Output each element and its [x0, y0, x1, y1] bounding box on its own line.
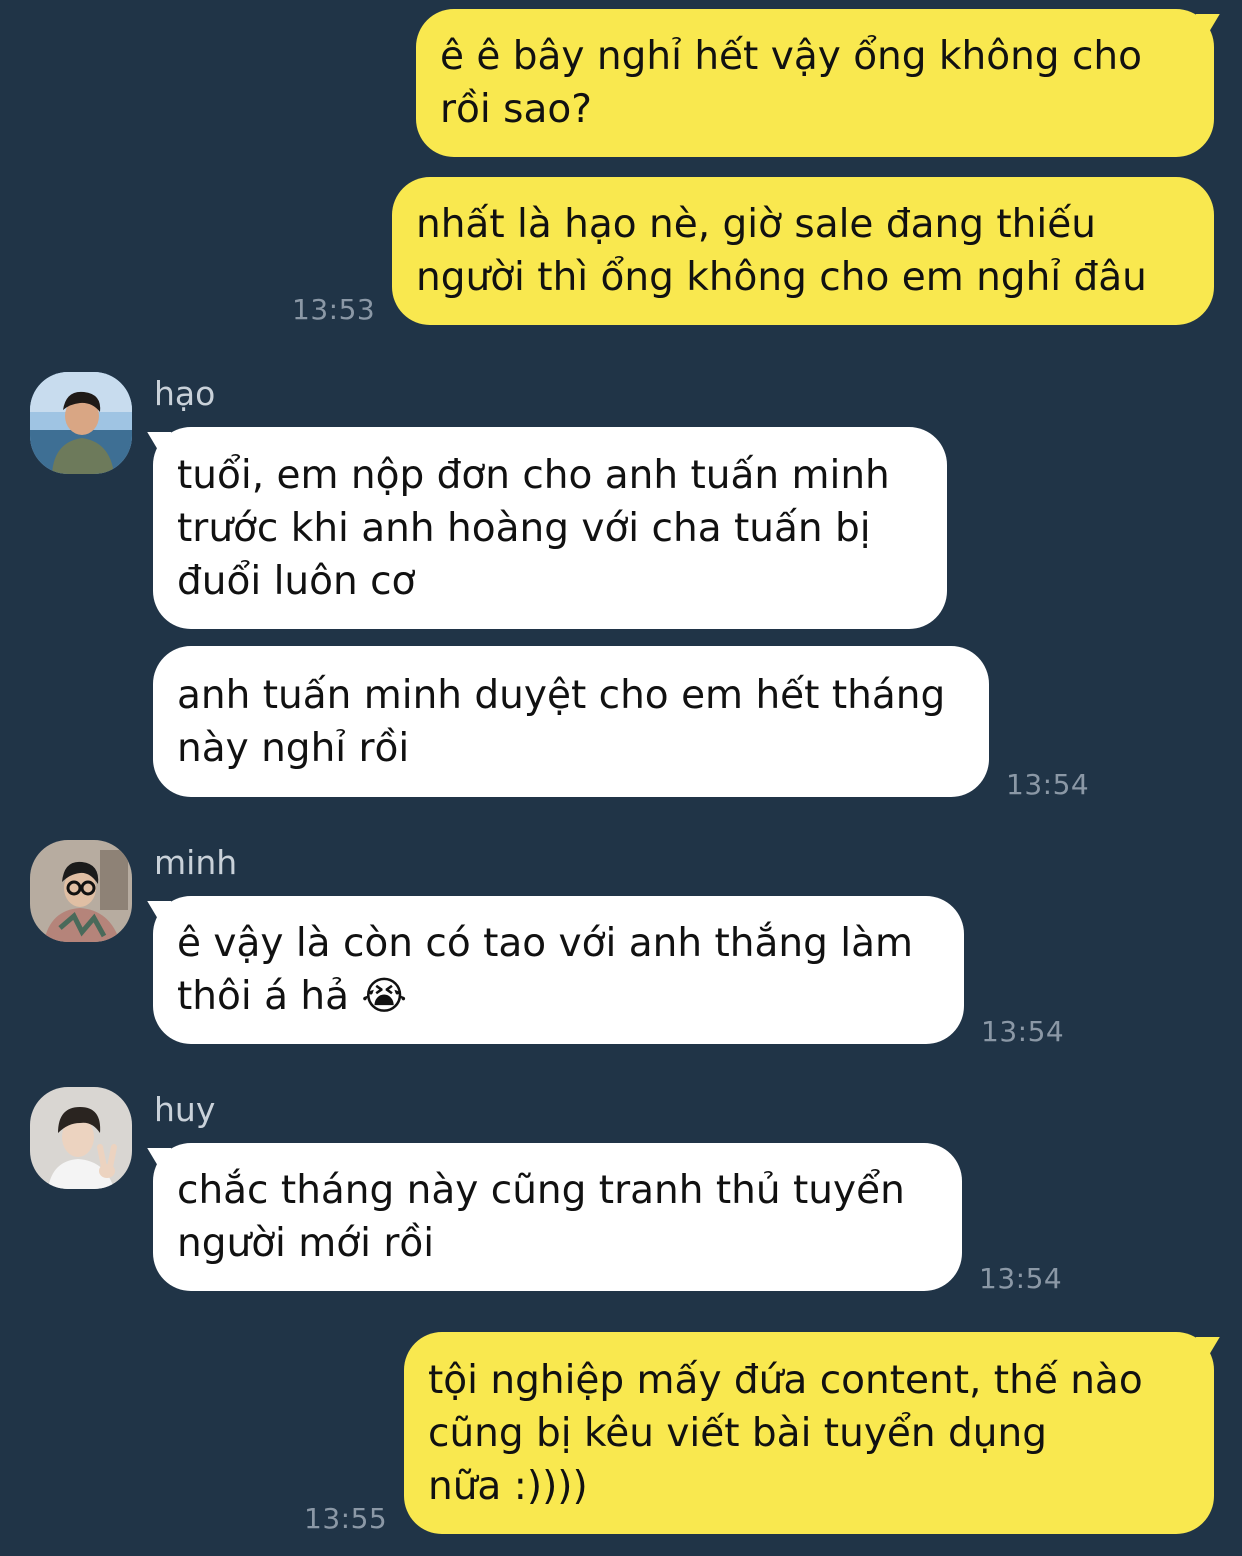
avatar-minh[interactable] [30, 840, 132, 942]
avatar-hao[interactable] [30, 372, 132, 474]
avatar-photo-icon [30, 840, 132, 942]
message-timestamp: 13:53 [292, 293, 376, 326]
message-text-line: anh tuấn minh duyệt cho em hết tháng [177, 672, 946, 718]
outgoing-message-bubble[interactable]: tội nghiệp mấy đứa content, thế nào cũng… [404, 1332, 1214, 1534]
sender-name: minh [154, 843, 238, 882]
sender-name: hạo [154, 374, 216, 413]
incoming-message-bubble[interactable]: anh tuấn minh duyệt cho em hết tháng này… [153, 646, 989, 797]
message-text-line: tuổi, em nộp đơn cho anh tuấn minh [177, 452, 890, 498]
avatar-photo-icon [30, 1087, 132, 1189]
message-timestamp: 13:55 [304, 1502, 388, 1535]
message-timestamp: 13:54 [1006, 768, 1090, 801]
incoming-message-bubble[interactable]: tuổi, em nộp đơn cho anh tuấn minh trước… [153, 427, 947, 629]
message-text-line: rồi sao? [440, 87, 592, 132]
incoming-message-bubble[interactable]: chắc tháng này cũng tranh thủ tuyển ngườ… [153, 1143, 962, 1291]
outgoing-message-bubble[interactable]: ê ê bây nghỉ hết vậy ổng không cho rồi s… [416, 9, 1214, 157]
message-timestamp: 13:54 [979, 1262, 1063, 1295]
avatar-photo-icon [30, 372, 132, 474]
chat-thread[interactable]: ê ê bây nghỉ hết vậy ổng không cho rồi s… [0, 0, 1242, 1556]
sender-name: huy [154, 1090, 216, 1129]
message-text-line: nhất là hạo nè, giờ sale đang thiếu [416, 202, 1096, 247]
message-text-line: tội nghiệp mấy đứa content, thế nào [428, 1357, 1143, 1403]
message-text-line: ê ê bây nghỉ hết vậy ổng không cho [440, 34, 1142, 79]
incoming-message-bubble[interactable]: ê vậy là còn có tao với anh thắng làm th… [153, 896, 964, 1044]
message-text-line: thôi á hả 😭 [177, 974, 407, 1019]
avatar-huy[interactable] [30, 1087, 132, 1189]
message-text-line: cũng bị kêu viết bài tuyển dụng [428, 1410, 1047, 1456]
message-text-line: trước khi anh hoàng với cha tuấn bị [177, 505, 871, 551]
outgoing-message-bubble[interactable]: nhất là hạo nè, giờ sale đang thiếu ngườ… [392, 177, 1214, 325]
message-text-line: chắc tháng này cũng tranh thủ tuyển [177, 1168, 905, 1213]
message-text-line: này nghỉ rồi [177, 725, 410, 771]
message-text-line: người mới rồi [177, 1221, 435, 1266]
message-text-line: ê vậy là còn có tao với anh thắng làm [177, 921, 913, 966]
message-text-line: đuổi luôn cơ [177, 558, 416, 604]
message-timestamp: 13:54 [981, 1015, 1065, 1048]
message-text-line: người thì ổng không cho em nghỉ đâu [416, 255, 1147, 300]
message-text-line: nữa :)))) [428, 1463, 588, 1509]
